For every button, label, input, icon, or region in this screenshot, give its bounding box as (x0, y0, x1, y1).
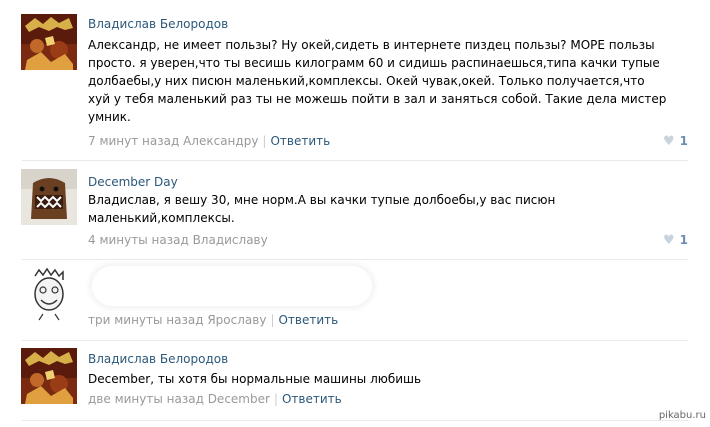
separator: | (270, 313, 275, 327)
like-button[interactable]: ♥ 1 (663, 233, 688, 248)
metal-band-album-cover-icon (21, 14, 77, 70)
comment-text-line: хуй у тебя маленький раз ты не можешь по… (88, 92, 667, 106)
domo-kun-plush-icon (21, 169, 77, 225)
separator: | (273, 392, 278, 406)
reply-button[interactable]: Ответить (270, 134, 330, 148)
comment-timestamp[interactable]: 4 минуты назад Владиславу (88, 233, 268, 247)
comment-4: Владислав Белородов December, ты хотя бы… (0, 341, 710, 427)
comment-text: Александр, не имеет пользы? Ну окей,сиде… (88, 36, 667, 126)
heart-icon: ♥ (662, 134, 675, 149)
avatar[interactable] (21, 169, 77, 225)
divider (22, 420, 688, 421)
heart-icon: ♥ (662, 233, 675, 248)
rage-comic-face-icon (21, 266, 77, 322)
comment-meta: три минуты назад Ярославу | Ответить (88, 313, 338, 327)
comment-author[interactable]: Владислав Белородов (88, 17, 228, 31)
comment-meta: две минуты назад December | Ответить (88, 392, 342, 406)
comment-text-line: December, ты хотя бы нормальные машины л… (88, 372, 422, 386)
comment-text-line: Александр, не имеет пользы? Ну окей,сиде… (88, 38, 655, 52)
comment-author[interactable]: December Day (88, 175, 178, 189)
comment-text-line: Владислав, я вешу 30, мне норм.А вы качк… (88, 193, 556, 207)
comment-text-line: умник. (88, 110, 131, 124)
separator: | (262, 134, 267, 148)
like-button[interactable]: ♥ 1 (663, 134, 688, 149)
comment-meta: 4 минуты назад Владиславу (88, 233, 268, 247)
redacted-blob (92, 266, 372, 306)
comment-timestamp[interactable]: три минуты назад Ярославу (88, 313, 266, 327)
like-count: 1 (679, 134, 688, 148)
like-count: 1 (679, 233, 688, 247)
avatar[interactable] (21, 348, 77, 404)
comment-timestamp[interactable]: две минуты назад December (88, 392, 270, 406)
avatar[interactable] (21, 14, 77, 70)
comment-text: December, ты хотя бы нормальные машины л… (88, 370, 628, 388)
comment-3: три минуты назад Ярославу | Ответить (0, 260, 710, 340)
reply-button[interactable]: Ответить (282, 392, 342, 406)
watermark: pikabu.ru (658, 410, 706, 421)
comment-text-line: просто. я уверен,что ты весишь килограмм… (88, 56, 660, 70)
avatar[interactable] (21, 266, 77, 322)
comment-meta: 7 минут назад Александру | Ответить (88, 134, 330, 148)
reply-button[interactable]: Ответить (278, 313, 338, 327)
comment-text-line: маленький,комплексы. (88, 211, 235, 225)
comment-text: Владислав, я вешу 30, мне норм.А вы качк… (88, 191, 628, 227)
metal-band-album-cover-icon (21, 348, 77, 404)
comment-text-line: долбаебы,у них писюн маленький,комплексы… (88, 74, 645, 88)
comment-2: December Day Владислав, я вешу 30, мне н… (0, 161, 710, 259)
comment-author[interactable]: Владислав Белородов (88, 352, 228, 366)
comment-timestamp[interactable]: 7 минут назад Александру (88, 134, 258, 148)
comment-1: Владислав Белородов Александр, не имеет … (0, 0, 710, 160)
